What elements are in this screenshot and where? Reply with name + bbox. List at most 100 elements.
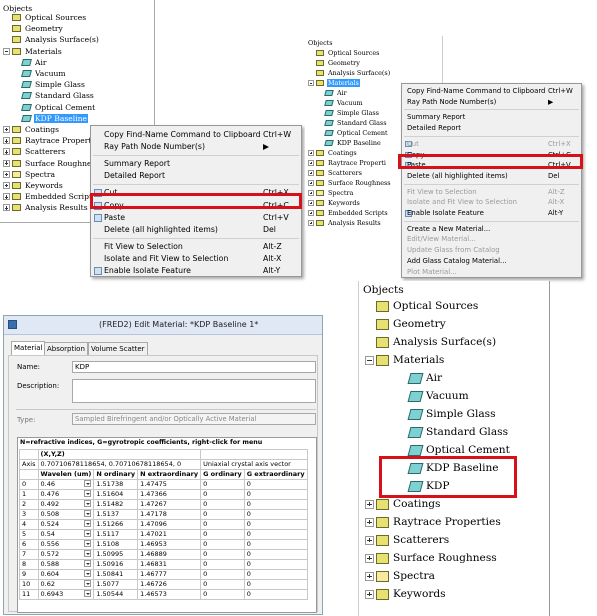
tree-item[interactable]: Standard Glass	[324, 118, 387, 128]
table-cell[interactable]: 0.604	[37, 569, 95, 580]
menu-item-isolate-and-fit-view-to-selection[interactable]: Isolate and Fit View to Selection Alt-X	[91, 253, 301, 265]
table-cell[interactable]: 0	[243, 499, 308, 510]
table-cell[interactable]: 1.47267	[137, 499, 202, 510]
table-cell[interactable]: 0	[243, 589, 308, 600]
tree-item[interactable]: Embedded Scripts	[3, 191, 97, 202]
menu-item-summary-report[interactable]: Summary Report	[402, 112, 581, 123]
tree-item[interactable]: Air	[324, 88, 348, 98]
menu-item-ray-path-node-number-s[interactable]: Ray Path Node Number(s) ▶	[402, 97, 581, 108]
table-cell[interactable]: 1.50841	[93, 569, 139, 580]
table-cell[interactable]: 1.47475	[137, 479, 202, 490]
expand-icon[interactable]	[3, 137, 10, 145]
tree-item[interactable]: Surface Roughness	[308, 178, 392, 188]
chevron-down-icon[interactable]	[84, 540, 92, 547]
tree-item[interactable]: Geometry	[3, 23, 64, 34]
tree-item[interactable]: Analysis Surface(s)	[3, 34, 100, 45]
tree-item[interactable]: Surface Roughne	[3, 158, 93, 169]
chevron-down-icon[interactable]	[84, 560, 92, 567]
menu-item-fit-view-to-selection[interactable]: Fit View to Selection Alt-Z	[91, 241, 301, 253]
table-cell[interactable]: 0	[243, 579, 308, 590]
tree-item[interactable]: Geometry	[308, 58, 361, 68]
table-cell[interactable]: 0.572	[37, 549, 95, 560]
tree-item[interactable]: Spectra	[3, 169, 56, 180]
tree-item[interactable]: Simple Glass	[324, 108, 380, 118]
tree-item[interactable]: KDP Baseline	[21, 113, 89, 124]
menu-item-summary-report[interactable]: Summary Report	[91, 158, 301, 170]
table-cell[interactable]: 0	[200, 579, 245, 590]
axis-value[interactable]: 0.70710678118654, 0.70710678118654, 0	[37, 459, 202, 470]
expand-icon[interactable]	[308, 150, 314, 156]
table-cell[interactable]: 1.46953	[137, 539, 202, 550]
expand-icon[interactable]	[308, 170, 314, 176]
expand-icon[interactable]	[3, 159, 10, 167]
tree-item[interactable]: KDP Baseline	[324, 138, 382, 148]
tree-item[interactable]: Scatterers	[3, 146, 66, 157]
chevron-down-icon[interactable]	[84, 520, 92, 527]
tree-item[interactable]: Geometry	[365, 315, 447, 333]
name-field[interactable]: KDP	[72, 361, 316, 373]
tab-material[interactable]: Material	[11, 341, 46, 356]
chevron-down-icon[interactable]	[84, 550, 92, 557]
chevron-down-icon[interactable]	[84, 570, 92, 577]
table-cell[interactable]: 1.46777	[137, 569, 202, 580]
tab-volume-scatter[interactable]: Volume Scatter	[88, 342, 148, 355]
table-cell[interactable]: 0	[243, 569, 308, 580]
table-cell[interactable]: 1.51482	[93, 499, 139, 510]
table-cell[interactable]: 1.50995	[93, 549, 139, 560]
table-cell[interactable]: 0.492	[37, 499, 95, 510]
table-cell[interactable]: 0	[243, 479, 308, 490]
menu-item-delete-all-highlighted-items[interactable]: Delete (all highlighted items) Del	[402, 171, 581, 182]
table-cell[interactable]: 0.556	[37, 539, 95, 550]
table-cell[interactable]: 1.51604	[93, 489, 139, 500]
tree-item[interactable]: Raytrace Properti	[308, 158, 387, 168]
tree-item[interactable]: Materials	[365, 351, 445, 369]
expand-icon[interactable]	[308, 180, 314, 186]
table-cell[interactable]: 0	[243, 519, 308, 530]
menu-item-detailed-report[interactable]: Detailed Report	[402, 123, 581, 134]
tree-item[interactable]: Materials	[308, 78, 360, 88]
tree-item[interactable]: Raytrace Propert	[3, 135, 92, 146]
tree-item[interactable]: Materials	[3, 46, 63, 57]
tree-item[interactable]: Optical Sources	[3, 12, 87, 23]
tree-item[interactable]: Scatterers	[365, 531, 450, 549]
table-cell[interactable]: 1.46831	[137, 559, 202, 570]
tree-item[interactable]: Keywords	[3, 180, 64, 191]
tree-item[interactable]: Vacuum	[407, 387, 470, 405]
table-cell[interactable]: 0	[243, 549, 308, 560]
menu-item-edit-view-material[interactable]: Edit/View Material...	[402, 234, 581, 245]
table-cell[interactable]: 1.5137	[93, 509, 139, 520]
tree-item[interactable]: Raytrace Properties	[365, 513, 502, 531]
table-cell[interactable]: 1.47366	[137, 489, 202, 500]
tree-item[interactable]: Simple Glass	[407, 405, 497, 423]
tree-item[interactable]: Analysis Results	[308, 218, 382, 228]
table-cell[interactable]: 0.524	[37, 519, 95, 530]
expand-icon[interactable]	[308, 200, 314, 206]
description-field[interactable]	[72, 379, 316, 403]
table-cell[interactable]: 0.6943	[37, 589, 95, 600]
table-cell[interactable]: 0.588	[37, 559, 95, 570]
tree-item[interactable]: Surface Roughness	[365, 549, 498, 567]
menu-item-fit-view-to-selection[interactable]: Fit View to Selection Alt-Z	[402, 187, 581, 198]
chevron-down-icon[interactable]	[84, 590, 92, 597]
tree-item[interactable]: Vacuum	[21, 68, 67, 79]
menu-item-create-a-new-material[interactable]: Create a New Material...	[402, 224, 581, 235]
table-cell[interactable]: 0	[200, 529, 245, 540]
tree-item[interactable]: Standard Glass	[21, 90, 95, 101]
collapse-icon[interactable]	[308, 80, 314, 86]
tree-item[interactable]: Optical Cement	[21, 102, 96, 113]
expand-icon[interactable]	[365, 517, 374, 527]
table-cell[interactable]: 0	[200, 539, 245, 550]
table-cell[interactable]: 1.47178	[137, 509, 202, 520]
table-cell[interactable]: 0.46	[37, 479, 95, 490]
table-cell[interactable]: 0	[200, 589, 245, 600]
expand-icon[interactable]	[308, 210, 314, 216]
table-cell[interactable]: 1.47096	[137, 519, 202, 530]
tree-item[interactable]: Coatings	[308, 148, 358, 158]
expand-icon[interactable]	[365, 553, 374, 563]
tree-item[interactable]: Air	[21, 57, 48, 68]
table-cell[interactable]: 0.508	[37, 509, 95, 520]
table-cell[interactable]: 0.476	[37, 489, 95, 500]
table-cell[interactable]: 0	[200, 519, 245, 530]
menu-item-update-glass-from-catalog[interactable]: Update Glass from Catalog	[402, 245, 581, 256]
table-cell[interactable]: 0	[200, 479, 245, 490]
